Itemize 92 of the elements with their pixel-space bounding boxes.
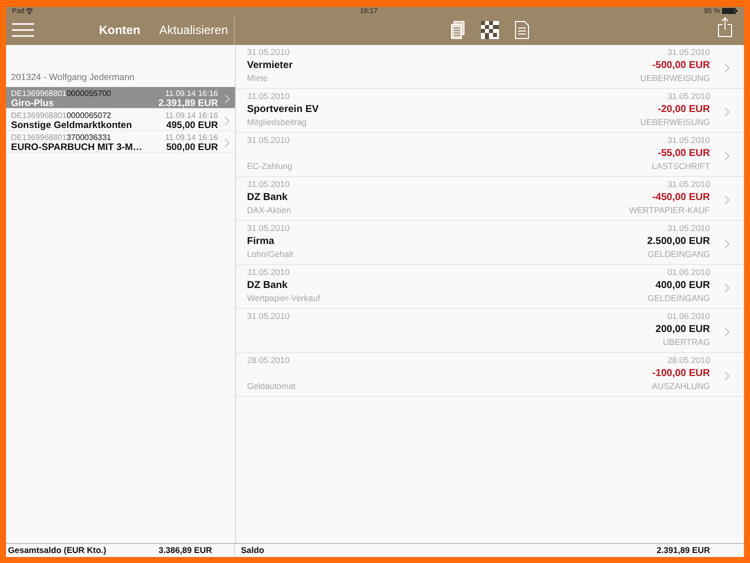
value-date: 31.05.2010: [667, 223, 710, 234]
account-timestamp: 11.09.14 16:16: [165, 133, 218, 142]
amount-text: 200,00 EUR: [656, 323, 710, 336]
account-row[interactable]: DE13699688010000065072 Sonstige Geldmarktkonten 11.09.14 16:16 495,00 EUR: [6, 109, 235, 131]
booking-date: 31.05.2010: [247, 179, 291, 190]
transaction-row[interactable]: 31.05.2010 DZ Bank DAX-Aktien 31.05.2010 -450,00 EUR WERTPAPIER-KAUF: [236, 177, 744, 221]
account-iban: DE13699688010000055700: [11, 89, 112, 98]
checkered-icon[interactable]: [480, 21, 498, 39]
payee-name: Sportverein EV: [247, 103, 320, 116]
transaction-type: AUSZAHLUNG: [652, 381, 710, 392]
purpose-text: EC-Zahlung: [247, 161, 294, 172]
payee-name: DZ Bank: [247, 279, 289, 292]
account-timestamp: 11.09.14 16:16: [165, 111, 218, 120]
purpose-text: Miete: [247, 73, 269, 84]
amount-text: -20,00 EUR: [658, 103, 710, 116]
chevron-icon: [724, 62, 730, 72]
payee-name: DZ Bank: [247, 191, 289, 204]
amount-text: -100,00 EUR: [652, 367, 710, 380]
transaction-row[interactable]: 31.05.2010 Vermieter Miete 31.05.2010 -500,00 EUR UEBERWEISUNG: [236, 45, 744, 89]
amount-text: -500,00 EUR: [652, 59, 710, 72]
transaction-row[interactable]: 31.05.2010 Firma Lohn/Gehalt 31.05.2010 2.500,00 EUR GELDEINGANG: [236, 221, 744, 265]
account-balance: 2.391,89 EUR: [158, 98, 218, 109]
value-date: 31.05.2010: [667, 47, 710, 58]
booking-date: 31.05.2010: [247, 311, 291, 322]
transaction-type: WERTPAPIER-KAUF: [629, 205, 710, 216]
chevron-icon: [724, 194, 730, 204]
account-name: EURO-SPARBUCH MIT 3-M…: [11, 142, 144, 153]
total-label: Gesamtsaldo (EUR Kto.): [8, 544, 106, 557]
chevron-icon: [224, 138, 230, 148]
transaction-type: LASTSCHRIFT: [652, 161, 710, 172]
total-balance: 3.386,89 EUR: [158, 544, 212, 557]
purpose-text: DAX-Aktien: [247, 205, 292, 216]
saldo-label: Saldo: [241, 544, 264, 557]
account-timestamp: 11.09.14 16:16: [165, 89, 218, 98]
booking-date: 31.05.2010: [247, 91, 291, 102]
amount-text: -450,00 EUR: [652, 191, 710, 204]
transaction-type: GELDEINGANG: [648, 249, 710, 260]
account-balance: 495,00 EUR: [166, 120, 218, 131]
purpose-text: Geldautomat: [247, 381, 297, 392]
transaction-row[interactable]: 31.05.2010 EC-Zahlung 31.05.2010 -55,00 EUR LASTSCHRIFT: [236, 133, 744, 177]
chevron-icon: [724, 150, 730, 160]
chevron-icon: [224, 94, 230, 104]
value-date: 31.05.2010: [667, 179, 710, 190]
account-row[interactable]: DE13699688013700036331 EURO-SPARBUCH MIT 3-M… 11.09.14 16:16 500,00 EUR: [6, 131, 235, 153]
document-icon[interactable]: [514, 21, 528, 39]
battery-icon: [722, 8, 738, 14]
purpose-text: Mitgliedsbeitrag: [247, 117, 308, 128]
chevron-icon: [724, 282, 730, 292]
payee-name: Firma: [247, 235, 276, 248]
transaction-row[interactable]: 31.05.2010 DZ Bank Wertpapier-Verkauf 01.06.2010 400,00 EUR GELDEINGANG: [236, 265, 744, 309]
toolbar-title: Konten: [98, 23, 140, 37]
booking-date: 28.05.2010: [247, 355, 291, 366]
transaction-row[interactable]: 31.05.2010 Sportverein EV Mitgliedsbeitrag 31.05.2010 -20,00 EUR UEBERWEISUNG: [236, 89, 744, 133]
wifi-icon: [26, 8, 34, 14]
account-name: Sonstige Geldmarktkonten: [11, 120, 133, 131]
account-name: Giro-Plus: [11, 98, 55, 109]
transaction-type: UBERTRAG: [662, 337, 710, 348]
chevron-icon: [724, 370, 730, 380]
transaction-type: GELDEINGANG: [648, 293, 710, 304]
purpose-text: Wertpapier-Verkauf: [247, 293, 322, 304]
chevron-icon: [724, 238, 730, 248]
saldo-balance: 2.391,89 EUR: [656, 544, 710, 557]
document-stack-icon[interactable]: [450, 21, 464, 39]
purpose-text: Lohn/Gehalt: [247, 249, 294, 260]
transaction-row[interactable]: 28.05.2010 Geldautomat 28.05.2010 -100,00 EUR AUSZAHLUNG: [236, 353, 744, 397]
share-icon[interactable]: [718, 17, 732, 37]
amount-text: -55,00 EUR: [658, 147, 710, 160]
menu-icon[interactable]: [12, 23, 34, 37]
booking-date: 31.05.2010: [247, 47, 291, 58]
value-date: 01.06.2010: [667, 267, 710, 278]
chevron-icon: [224, 116, 230, 126]
refresh-button[interactable]: Aktualisieren: [159, 23, 228, 37]
account-balance: 500,00 EUR: [166, 142, 218, 153]
chevron-icon: [724, 326, 730, 336]
transaction-type: UEBERWEISUNG: [640, 117, 710, 128]
payee-name: Vermieter: [247, 59, 294, 72]
account-iban: DE13699688013700036331: [11, 133, 112, 142]
account-owner: 201324 - Wolfgang Jedermann: [10, 71, 136, 84]
booking-date: 31.05.2010: [247, 135, 291, 146]
value-date: 31.05.2010: [667, 91, 710, 102]
transaction-row[interactable]: 31.05.2010 01.06.2010 200,00 EUR UBERTRAG: [236, 309, 744, 353]
booking-date: 31.05.2010: [247, 267, 291, 278]
booking-date: 31.05.2010: [247, 223, 291, 234]
value-date: 28.05.2010: [667, 355, 710, 366]
value-date: 01.06.2010: [667, 311, 710, 322]
amount-text: 2.500,00 EUR: [647, 235, 710, 248]
amount-text: 400,00 EUR: [656, 279, 710, 292]
transaction-type: UEBERWEISUNG: [640, 73, 710, 84]
value-date: 31.05.2010: [667, 135, 710, 146]
chevron-icon: [724, 106, 730, 116]
account-row[interactable]: DE13699688010000055700 Giro-Plus 11.09.14 16:16 2.391,89 EUR: [6, 87, 235, 109]
account-iban: DE13699688010000065072: [11, 111, 112, 120]
